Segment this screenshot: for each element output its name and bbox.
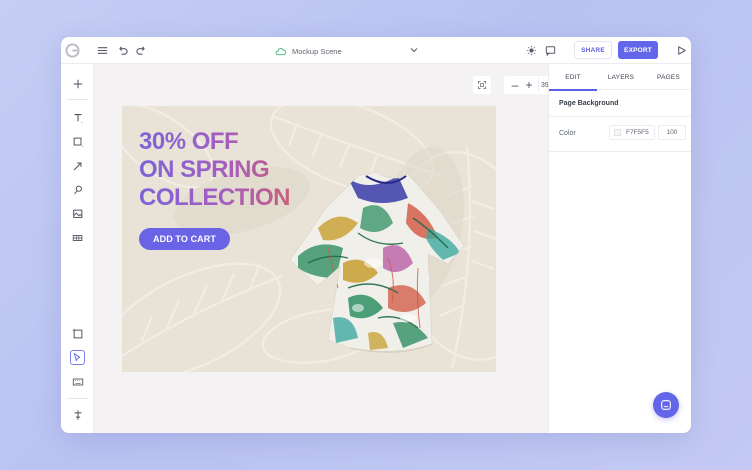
editor-window: Mockup Scene SHARE EXPORT – + 30% OFF ON… bbox=[61, 37, 691, 433]
undo-icon[interactable] bbox=[116, 44, 129, 57]
zoom-out-button[interactable]: – bbox=[508, 78, 522, 92]
toolbar-divider bbox=[67, 398, 88, 399]
table-icon[interactable] bbox=[70, 230, 85, 245]
pen-icon[interactable] bbox=[70, 182, 85, 197]
artboard[interactable]: 30% OFF ON SPRING COLLECTION ADD TO CART bbox=[122, 106, 496, 372]
share-button[interactable]: SHARE bbox=[574, 41, 612, 59]
active-tab-indicator bbox=[549, 89, 597, 91]
chat-support-button[interactable] bbox=[653, 392, 679, 418]
tab-label: EDIT bbox=[565, 73, 581, 81]
headline-line: COLLECTION bbox=[139, 184, 290, 211]
left-toolbar bbox=[61, 64, 94, 433]
canvas-area[interactable]: – + 39% bbox=[94, 64, 581, 433]
add-to-cart-button[interactable]: ADD TO CART bbox=[139, 228, 230, 250]
properties-panel: EDIT LAYERS PAGES Page Background Color … bbox=[548, 64, 691, 433]
color-swatch[interactable] bbox=[614, 129, 621, 136]
chevron-down-icon[interactable] bbox=[410, 47, 418, 53]
keyboard-icon[interactable] bbox=[70, 374, 85, 389]
color-hex-value: F7F5F5 bbox=[626, 129, 649, 136]
export-button[interactable]: EXPORT bbox=[618, 41, 658, 59]
redo-icon[interactable] bbox=[135, 44, 148, 57]
play-icon[interactable] bbox=[675, 44, 688, 57]
add-icon[interactable] bbox=[70, 76, 85, 91]
color-label: Color bbox=[559, 130, 576, 137]
align-icon[interactable] bbox=[70, 407, 85, 422]
logo-icon[interactable] bbox=[65, 43, 80, 58]
menu-icon[interactable] bbox=[96, 44, 109, 57]
opacity-field[interactable]: 100 bbox=[658, 125, 686, 140]
document-title[interactable]: Mockup Scene bbox=[275, 45, 342, 57]
chat-icon bbox=[661, 400, 671, 410]
promo-headline[interactable]: 30% OFF ON SPRING COLLECTION bbox=[139, 128, 290, 212]
arrow-icon[interactable] bbox=[70, 158, 85, 173]
theme-icon[interactable] bbox=[525, 44, 538, 57]
image-icon[interactable] bbox=[70, 206, 85, 221]
document-title-text: Mockup Scene bbox=[292, 46, 342, 56]
tshirt-mockup-image[interactable] bbox=[288, 168, 468, 360]
headline-line: ON SPRING bbox=[139, 156, 270, 183]
fit-screen-button[interactable] bbox=[473, 76, 491, 94]
text-icon[interactable] bbox=[70, 110, 85, 125]
comment-icon[interactable] bbox=[544, 44, 557, 57]
panel-divider bbox=[549, 116, 691, 117]
toolbar-divider bbox=[67, 99, 88, 100]
color-hex-field[interactable]: F7F5F5 bbox=[609, 125, 655, 140]
fit-screen-icon bbox=[478, 81, 486, 89]
select-icon[interactable] bbox=[70, 350, 85, 365]
tab-pages[interactable]: PAGES bbox=[645, 64, 691, 90]
shape-icon[interactable] bbox=[70, 134, 85, 149]
panel-divider bbox=[549, 151, 691, 152]
tab-layers[interactable]: LAYERS bbox=[597, 64, 645, 90]
zoom-in-button[interactable]: + bbox=[522, 78, 536, 92]
panel-tabs: EDIT LAYERS PAGES bbox=[549, 64, 691, 91]
tab-edit[interactable]: EDIT bbox=[549, 64, 597, 91]
top-bar: Mockup Scene SHARE EXPORT bbox=[61, 37, 691, 64]
headline-line: 30% OFF bbox=[139, 128, 239, 155]
tab-label: PAGES bbox=[657, 73, 680, 81]
cloud-icon bbox=[275, 47, 286, 55]
frame-icon[interactable] bbox=[70, 326, 85, 341]
section-title: Page Background bbox=[559, 100, 619, 107]
tab-label: LAYERS bbox=[607, 73, 635, 81]
